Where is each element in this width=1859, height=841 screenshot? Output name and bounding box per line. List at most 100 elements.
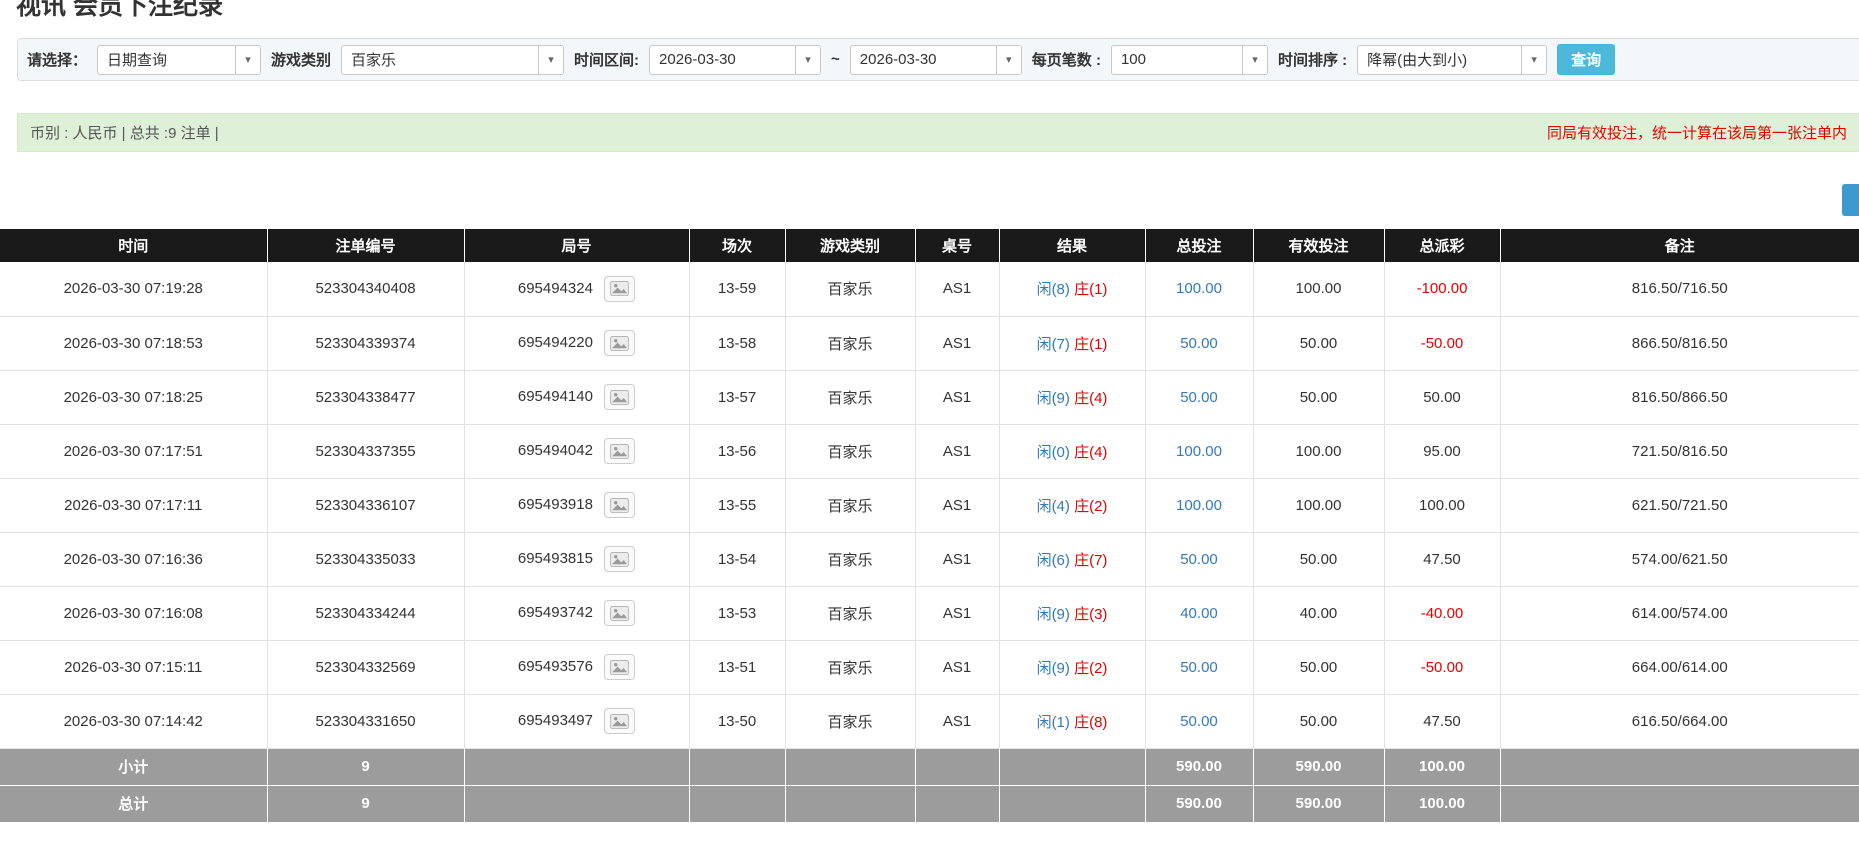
header-round: 局号: [464, 229, 690, 262]
cell-time: 2026-03-30 07:17:11: [0, 478, 268, 533]
result-player: 闲(9): [1036, 659, 1070, 677]
search-button[interactable]: 查询: [1557, 44, 1616, 75]
chevron-down-icon[interactable]: ▾: [1521, 45, 1547, 74]
cell-round: 695494140: [463, 370, 690, 425]
cell-game-type: 百家乐: [784, 640, 916, 695]
sort-order-combo[interactable]: 降幂(由大到小) ▾: [1357, 44, 1548, 75]
select-type-value: 日期查询: [107, 52, 168, 69]
image-icon: [610, 659, 629, 675]
cell-valid-bet: 40.00: [1252, 586, 1385, 641]
date-from-combo[interactable]: 2026-03-30 ▾: [649, 44, 822, 75]
cell-result: 闲(4) 庄(2): [998, 478, 1146, 533]
cell-game-type: 百家乐: [784, 694, 916, 749]
sort-order-label: 时间排序 :: [1277, 52, 1348, 69]
select-type-combo[interactable]: 日期查询 ▾: [97, 44, 262, 75]
round-image-button[interactable]: [604, 654, 636, 680]
chevron-down-icon[interactable]: ▾: [235, 45, 261, 74]
total-bet-link[interactable]: 50.00: [1180, 713, 1218, 730]
cell-game-type: 百家乐: [784, 424, 916, 479]
chevron-down-icon[interactable]: ▾: [1241, 45, 1267, 74]
total-bet-link[interactable]: 40.00: [1180, 605, 1218, 622]
total-bet-link[interactable]: 50.00: [1180, 335, 1218, 352]
page-size-label: 每页笔数 :: [1031, 52, 1101, 69]
page-size-combo[interactable]: 100 ▾: [1110, 44, 1268, 75]
table-row: 2026-03-30 07:16:36 523304335033 6954938…: [0, 532, 1859, 587]
round-image-button[interactable]: [604, 546, 636, 572]
cell-game-type: 百家乐: [784, 316, 916, 371]
total-bet-link[interactable]: 50.00: [1180, 389, 1218, 406]
round-image-button[interactable]: [604, 708, 636, 734]
round-image-button[interactable]: [604, 384, 636, 410]
cell-note: 721.50/816.50: [1499, 424, 1859, 479]
cell-total-bet: 50.00: [1144, 694, 1254, 749]
total-label: 总计: [0, 784, 268, 823]
chevron-down-icon[interactable]: ▾: [538, 45, 564, 74]
cell-table-no: AS1: [914, 262, 1000, 317]
date-to-combo[interactable]: 2026-03-30 ▾: [849, 44, 1022, 75]
cell-session: 13-56: [688, 424, 786, 479]
cell-session: 13-51: [688, 640, 786, 695]
cell-payout: 100.00: [1383, 478, 1501, 533]
cell-game-type: 百家乐: [784, 532, 916, 587]
cell-table-no: AS1: [914, 478, 1000, 533]
image-icon: [610, 713, 629, 729]
total-bet-link[interactable]: 100.00: [1176, 280, 1222, 297]
image-icon: [610, 281, 629, 297]
cell-payout: -40.00: [1383, 586, 1501, 641]
chevron-down-icon[interactable]: ▾: [995, 45, 1021, 74]
round-number: 695493497: [517, 711, 593, 729]
clipped-edge-button[interactable]: [1842, 184, 1859, 216]
cell-total-bet: 100.00: [1144, 262, 1254, 317]
cell-note: 816.50/866.50: [1499, 370, 1859, 425]
cell-time: 2026-03-30 07:16:36: [0, 532, 268, 587]
round-image-button[interactable]: [604, 600, 636, 626]
cell-bet-id: 523304331650: [266, 694, 465, 749]
total-bet-link[interactable]: 100.00: [1176, 497, 1222, 514]
cell-bet-id: 523304338477: [266, 370, 465, 425]
cell-note: 664.00/614.00: [1499, 640, 1859, 695]
round-image-button[interactable]: [604, 330, 636, 356]
cell-round: 695494220: [463, 316, 690, 371]
cell-round: 695493497: [463, 694, 690, 749]
cell-payout: -100.00: [1383, 262, 1501, 317]
total-total-bet: 590.00: [1144, 784, 1254, 823]
table-row: 2026-03-30 07:17:51 523304337355 6954940…: [0, 424, 1859, 479]
total-bet-link[interactable]: 100.00: [1176, 443, 1222, 460]
round-number: 695494220: [517, 333, 593, 351]
cell-session: 13-58: [688, 316, 786, 371]
round-image-button[interactable]: [604, 492, 636, 518]
result-banker: 庄(8): [1074, 713, 1108, 731]
result-player: 闲(6): [1036, 551, 1070, 569]
total-bet-link[interactable]: 50.00: [1180, 659, 1218, 676]
cell-result: 闲(8) 庄(1): [998, 262, 1146, 317]
game-type-combo[interactable]: 百家乐 ▾: [341, 44, 565, 75]
summary-notice: 同局有效投注，统一计算在该局第一张注单内: [1546, 125, 1847, 142]
round-number: 695493742: [517, 603, 593, 621]
date-to-value: 2026-03-30: [859, 51, 937, 68]
cell-result: 闲(0) 庄(4): [998, 424, 1146, 479]
chevron-down-icon[interactable]: ▾: [795, 45, 821, 74]
subtotal-valid-bet: 590.00: [1252, 747, 1385, 786]
round-image-button[interactable]: [604, 275, 636, 302]
cell-total-bet: 50.00: [1144, 370, 1254, 425]
cell-valid-bet: 100.00: [1252, 424, 1385, 479]
cell-bet-id: 523304335033: [266, 532, 465, 587]
subtotal-payout: 100.00: [1383, 747, 1501, 786]
cell-time: 2026-03-30 07:18:25: [0, 370, 268, 425]
image-icon: [610, 335, 629, 351]
cell-game-type: 百家乐: [784, 478, 916, 533]
result-player: 闲(9): [1036, 389, 1070, 407]
cell-result: 闲(1) 庄(8): [998, 694, 1146, 749]
round-image-button[interactable]: [604, 438, 636, 464]
cell-time: 2026-03-30 07:17:51: [0, 424, 268, 479]
range-separator: ~: [831, 51, 840, 68]
table-body: 2026-03-30 07:19:28 523304340408 6954943…: [0, 262, 1859, 749]
date-from-value: 2026-03-30: [659, 51, 736, 68]
round-number: 695494042: [517, 441, 593, 459]
cell-game-type: 百家乐: [784, 262, 916, 317]
cell-payout: 47.50: [1383, 532, 1501, 587]
total-bet-link[interactable]: 50.00: [1180, 551, 1218, 568]
page-size-value: 100: [1120, 51, 1146, 68]
cell-table-no: AS1: [914, 640, 1000, 695]
result-banker: 庄(2): [1074, 659, 1108, 677]
